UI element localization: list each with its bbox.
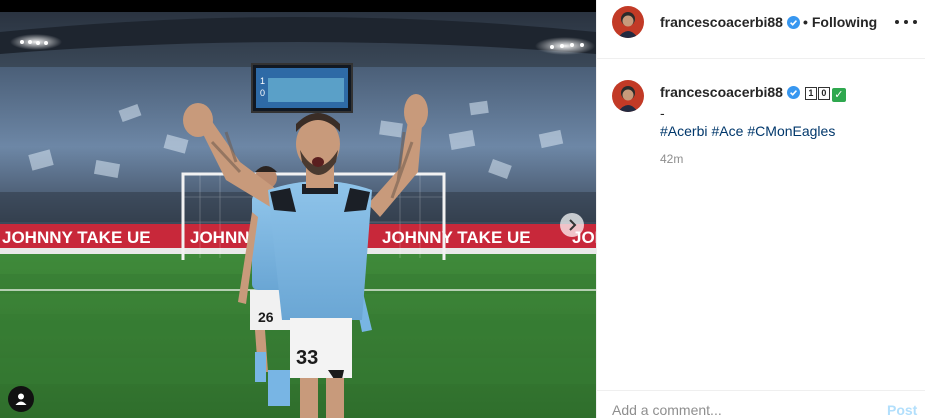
caption-username[interactable]: francescoacerbi88 (660, 84, 783, 100)
check-mark-emoji-icon: ✓ (831, 88, 846, 102)
post-header: francescoacerbi88 • Following (597, 0, 925, 59)
post-photo[interactable]: 1 0 JOHNNY TAKE UE JOHNNY JOHNNY TAKE UE… (0, 12, 596, 418)
hashtag-link[interactable]: #Acerbi (660, 123, 707, 139)
hashtag-link[interactable]: #CMonEagles (747, 123, 835, 139)
verified-badge-icon (786, 16, 800, 29)
avatar-image (612, 80, 644, 112)
user-tag-icon (15, 393, 27, 405)
caption-hashtags: #Acerbi #Ace #CMonEagles (660, 122, 910, 140)
next-photo-button[interactable] (560, 213, 584, 237)
banner-text: JOHNNY TAKE UE (2, 228, 151, 247)
avatar[interactable] (612, 6, 644, 38)
banner-text: JOHNNY TAKE UE (382, 228, 531, 247)
comment-input[interactable] (612, 402, 852, 418)
post-side-panel: francescoacerbi88 • Following francescoace… (596, 0, 925, 418)
verified-badge-icon (786, 86, 800, 99)
next-arrow-icon (569, 219, 577, 231)
post-caption: francescoacerbi88 1 0 ✓ - #Acerbi #Ace #CMon… (660, 83, 910, 140)
user-tag-button[interactable] (8, 386, 34, 412)
post-comment-button[interactable]: Post (887, 402, 917, 418)
comment-bar: Post (597, 390, 925, 419)
scoreboard-away: 0 (260, 88, 265, 98)
more-options-icon[interactable] (895, 15, 917, 29)
hashtag-link[interactable]: #Ace (711, 123, 743, 139)
back-player-number: 26 (258, 309, 274, 325)
stadium-scene: 1 0 JOHNNY TAKE UE JOHNNY JOHNNY TAKE UE… (0, 12, 596, 418)
caption-dash: - (660, 105, 665, 121)
header-username[interactable]: francescoacerbi88 (660, 14, 783, 30)
scoreboard-home: 1 (260, 76, 265, 86)
caption-first-line: francescoacerbi88 1 0 ✓ (660, 83, 910, 102)
post-timestamp[interactable]: 42m (660, 152, 683, 166)
emoji-keycap-1: 1 (804, 87, 817, 100)
following-button[interactable]: Following (812, 14, 877, 30)
avatar-image (612, 6, 644, 38)
emoji-keycap-0: 0 (817, 87, 830, 100)
caption-avatar[interactable] (612, 80, 644, 112)
follow-separator: • (802, 14, 808, 30)
main-player-number: 33 (296, 347, 318, 369)
header-username-row: francescoacerbi88 • Following (660, 14, 877, 30)
